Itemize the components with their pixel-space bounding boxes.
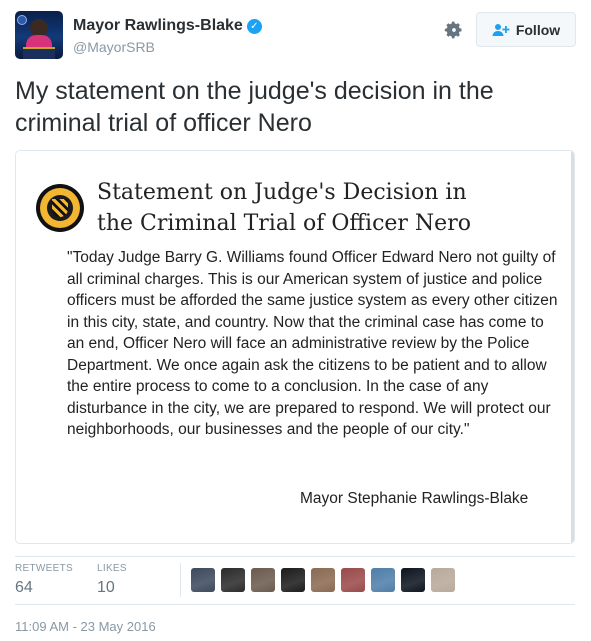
liker-avatars [191,568,455,592]
liker-avatar[interactable] [341,568,365,592]
statement-signature: Mayor Stephanie Rawlings-Blake [300,490,529,507]
gear-icon[interactable] [444,20,464,40]
liker-avatar[interactable] [251,568,275,592]
avatar[interactable] [15,11,63,59]
retweets-count[interactable]: 64 [15,579,73,597]
liker-avatar[interactable] [191,568,215,592]
statement-title-line-1: Statement on Judge's Decision in [97,180,467,205]
tweet-header: Mayor Rawlings-Blake ✓ @MayorSRB Follow [15,11,576,59]
statement-image[interactable]: Statement on Judge's Decision in the Cri… [15,150,575,544]
stats-divider [180,563,181,597]
verified-badge-icon: ✓ [246,19,262,34]
liker-avatar[interactable] [431,568,455,592]
retweets-label: RETWEETS [15,563,73,574]
user-name-row[interactable]: Mayor Rawlings-Blake ✓ [73,17,262,35]
liker-avatar[interactable] [281,568,305,592]
likes-label: LIKES [97,563,127,574]
divider [15,556,575,557]
liker-avatar[interactable] [371,568,395,592]
follow-button[interactable]: Follow [476,12,576,47]
statement-body: "Today Judge Barry G. Williams found Off… [67,249,558,438]
tweet-text: My statement on the judge's decision in … [15,77,494,137]
divider [15,604,575,605]
statement-title: Statement on Judge's Decision in the Cri… [97,177,557,239]
liker-avatar[interactable] [311,568,335,592]
city-seal-icon [36,184,84,232]
liker-avatar[interactable] [401,568,425,592]
statement-title-line-2: the Criminal Trial of Officer Nero [97,211,471,236]
user-handle[interactable]: @MayorSRB [73,39,155,55]
add-user-icon [492,23,510,36]
likes-count[interactable]: 10 [97,579,127,597]
retweets-stat[interactable]: RETWEETS 64 [15,563,73,597]
user-name[interactable]: Mayor Rawlings-Blake [73,17,243,34]
likes-stat[interactable]: LIKES 10 [97,563,127,597]
liker-avatar[interactable] [221,568,245,592]
tweet-timestamp[interactable]: 11:09 AM - 23 May 2016 [15,619,156,634]
follow-label: Follow [515,21,561,38]
